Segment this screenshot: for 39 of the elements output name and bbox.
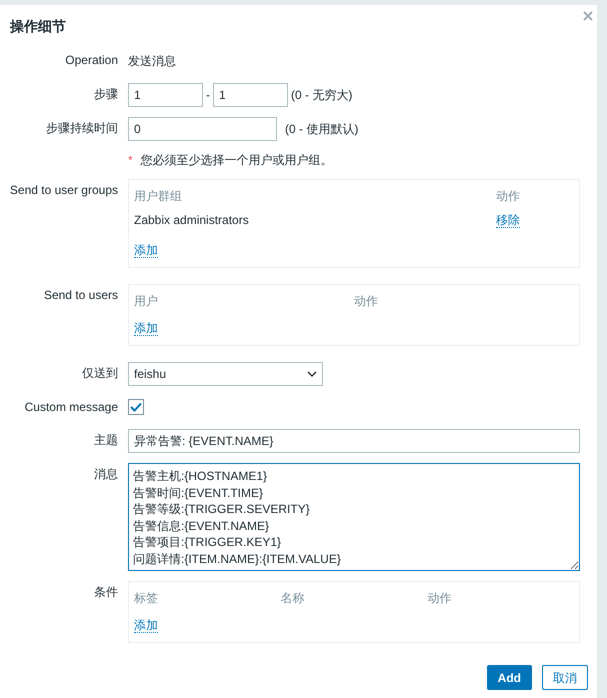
caret-icon [307,371,317,377]
field-label: 主题 [93,432,118,449]
add-link[interactable]: 添加 [134,321,158,336]
required-mark: * [128,152,133,169]
step-from-field[interactable]: 1 [128,83,203,107]
message-field[interactable]: 告警主机:{HOSTNAME1} 告警时间:{EVENT.TIME} 告警等级:{TRIGGER.SEVERITY} 告警信息:{EVENT.NAME} 告警项目:{TRIGGER.KEY1} 问题详情:{ITEM.NAME}:{ITEM.VALUE} [128,463,580,571]
subject-field[interactable]: 异常告警: {EVENT.NAME} [128,429,580,453]
field-label: 条件 [93,584,118,601]
column-header: 动作 [427,590,452,607]
duration-field[interactable]: 0 [128,117,277,141]
column-header: 用户 [134,289,354,313]
remove-link[interactable]: 移除 [496,213,520,228]
field-label: Send to user groups [8,182,118,199]
add-link[interactable]: 添加 [134,618,158,633]
field-label: 步骤 [93,86,118,103]
field-label: 消息 [93,466,118,483]
field-label: Send to users [42,287,118,304]
add-link[interactable]: 添加 [134,243,158,258]
range-hint: (0 - 无穷大) [291,87,352,104]
field-label: 仅送到 [81,365,118,382]
cancel-button[interactable]: 取消 [542,665,588,690]
dialog-title: 操作细节 [10,18,66,34]
column-header: 动作 [354,293,379,310]
checkbox[interactable] [128,399,144,415]
field-label: Custom message [24,399,118,416]
duration-hint: (0 - 使用默认) [285,121,358,138]
add-button[interactable]: Add [486,665,532,690]
field-label: 步骤持续时间 [45,120,118,137]
table-cell: Zabbix administrators [134,208,496,235]
step-to-field[interactable]: 1 [213,83,288,107]
column-header: 用户群组 [134,184,496,208]
column-header: 标签 [134,586,281,610]
dash-separator: - [206,87,210,104]
column-header: 名称 [280,586,428,610]
requirement-note: 您必须至少选择一个用户或用户组。 [140,152,333,169]
field-label: Operation [64,52,118,69]
column-header: 动作 [496,188,521,205]
select-field[interactable]: feishu [128,362,323,386]
operation-value: 发送消息 [128,53,176,70]
